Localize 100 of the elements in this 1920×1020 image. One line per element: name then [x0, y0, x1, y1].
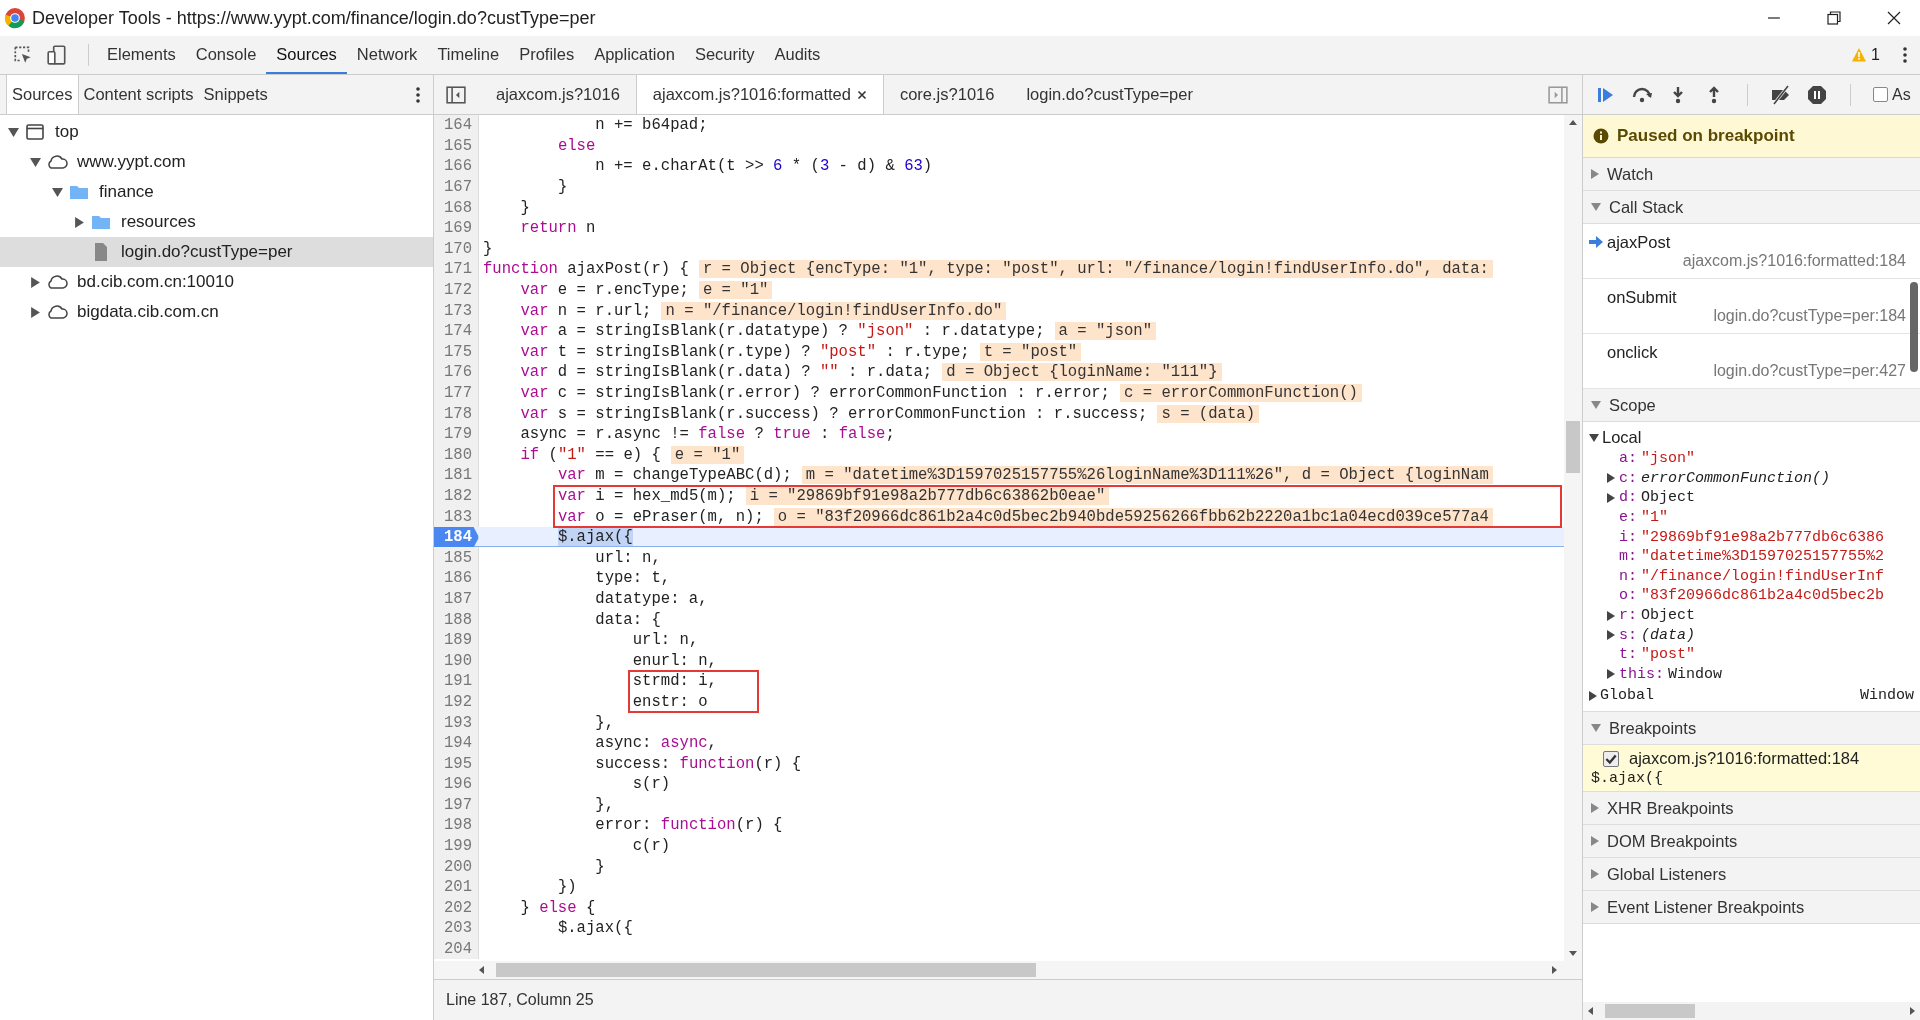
- line-number[interactable]: 182: [434, 485, 479, 507]
- panel-tab[interactable]: Console: [185, 36, 267, 74]
- scrollbar[interactable]: [434, 961, 1582, 979]
- deactivate-breakpoints-icon[interactable]: [1770, 84, 1792, 105]
- line-number[interactable]: 192: [434, 691, 479, 713]
- panel-tab[interactable]: Security: [684, 36, 765, 74]
- variable-name[interactable]: this:: [1619, 665, 1664, 683]
- panel-tab[interactable]: Profiles: [509, 36, 585, 74]
- checkbox-label[interactable]: As: [1892, 85, 1911, 104]
- file-tree-item[interactable]: login.do?custType=per: [0, 237, 433, 267]
- debugger-toggle-icon[interactable]: [1548, 85, 1568, 104]
- section-header[interactable]: XHR Breakpoints: [1583, 792, 1920, 826]
- close-icon[interactable]: [1886, 10, 1902, 26]
- line-number[interactable]: 179: [434, 423, 479, 445]
- line-number[interactable]: 169: [434, 217, 479, 239]
- file-tree-item[interactable]: top: [0, 117, 433, 147]
- line-number[interactable]: 197: [434, 794, 479, 816]
- disclosure-triangle-icon[interactable]: [30, 276, 41, 288]
- variable-name[interactable]: c:: [1619, 469, 1637, 487]
- panel-tab[interactable]: Application: [584, 36, 685, 74]
- line-number[interactable]: 172: [434, 279, 479, 301]
- section-header[interactable]: Call Stack: [1583, 191, 1920, 224]
- file-tree-item[interactable]: finance: [0, 177, 433, 207]
- checkbox[interactable]: [1873, 87, 1888, 102]
- frame-location[interactable]: login.do?custType=per:427: [1713, 361, 1920, 380]
- line-number[interactable]: 175: [434, 341, 479, 363]
- file-tab-label[interactable]: ajaxcom.js?1016:formatted: [652, 85, 851, 104]
- file-tree-item[interactable]: resources: [0, 207, 433, 237]
- scroll-right-arrow-icon[interactable]: [1907, 1006, 1917, 1016]
- tree-item-label[interactable]: www.yypt.com: [77, 152, 186, 172]
- disclosure-triangle-icon[interactable]: [1607, 610, 1615, 621]
- line-number[interactable]: 177: [434, 382, 479, 404]
- file-tab[interactable]: ajaxcom.js?1016: [480, 75, 636, 114]
- scroll-thumb[interactable]: [496, 963, 1036, 977]
- warning-counter[interactable]: 1: [1851, 46, 1880, 64]
- line-number[interactable]: 165: [434, 135, 479, 157]
- line-number[interactable]: 201: [434, 876, 479, 898]
- variable-name[interactable]: o:: [1619, 587, 1637, 605]
- section-header[interactable]: DOM Breakpoints: [1583, 825, 1920, 859]
- line-number[interactable]: 193: [434, 712, 479, 733]
- device-toolbar-icon[interactable]: [46, 44, 68, 66]
- scroll-thumb[interactable]: [1605, 1004, 1695, 1018]
- panel-tab[interactable]: Network: [346, 36, 428, 74]
- tree-item-label[interactable]: bigdata.cib.com.cn: [77, 302, 219, 322]
- scroll-right-arrow-icon[interactable]: [1549, 965, 1559, 975]
- line-number[interactable]: 176: [434, 362, 479, 383]
- file-tab-label[interactable]: core.js?1016: [899, 85, 995, 104]
- line-number[interactable]: 189: [434, 629, 479, 651]
- section-header[interactable]: Event Listener Breakpoints: [1583, 891, 1920, 925]
- line-number[interactable]: 180: [434, 444, 479, 466]
- file-tab[interactable]: ajaxcom.js?1016:formatted: [635, 75, 884, 114]
- file-tree-item[interactable]: www.yypt.com: [0, 147, 433, 177]
- tree-item-label[interactable]: login.do?custType=per: [121, 242, 293, 262]
- panel-tab[interactable]: Elements: [97, 36, 186, 74]
- disclosure-triangle-icon[interactable]: [1607, 630, 1615, 641]
- navigator-toggle-icon[interactable]: [446, 85, 466, 104]
- file-tab[interactable]: core.js?1016: [883, 75, 1011, 114]
- tree-item-label[interactable]: resources: [121, 212, 196, 232]
- file-tab[interactable]: login.do?custType=per: [1010, 75, 1209, 114]
- variable-name[interactable]: a:: [1619, 450, 1637, 468]
- variable-name[interactable]: n:: [1619, 567, 1637, 585]
- disclosure-triangle-icon[interactable]: [30, 306, 41, 318]
- line-number[interactable]: 174: [434, 320, 479, 342]
- line-number[interactable]: 166: [434, 156, 479, 177]
- line-number[interactable]: 187: [434, 588, 479, 610]
- variable-name[interactable]: e:: [1619, 509, 1637, 527]
- scroll-up-arrow-icon[interactable]: [1568, 118, 1578, 128]
- file-tab-label[interactable]: ajaxcom.js?1016: [496, 85, 620, 104]
- scroll-down-arrow-icon[interactable]: [1568, 948, 1578, 958]
- tree-item-label[interactable]: top: [55, 122, 79, 142]
- pause-on-exceptions-icon[interactable]: [1806, 84, 1828, 105]
- line-number[interactable]: 170: [434, 238, 479, 260]
- breakpoint-location[interactable]: ajaxcom.js?1016:formatted:184: [1629, 749, 1860, 769]
- line-number[interactable]: 188: [434, 609, 479, 630]
- scroll-left-arrow-icon[interactable]: [477, 965, 487, 975]
- disclosure-triangle-icon[interactable]: [1607, 473, 1615, 484]
- line-number[interactable]: 171: [434, 259, 479, 280]
- line-number[interactable]: 173: [434, 300, 479, 321]
- line-number[interactable]: 185: [434, 547, 479, 569]
- frame-location[interactable]: login.do?custType=per:184: [1713, 306, 1920, 325]
- navigator-tab[interactable]: Content scripts: [78, 75, 199, 114]
- line-number[interactable]: 190: [434, 650, 479, 672]
- variable-name[interactable]: i:: [1619, 528, 1637, 546]
- scroll-thumb[interactable]: [1566, 421, 1580, 473]
- disclosure-triangle-icon[interactable]: [30, 156, 41, 168]
- line-number[interactable]: 183: [434, 506, 479, 527]
- line-number[interactable]: 200: [434, 856, 479, 877]
- line-number[interactable]: 164: [434, 115, 479, 136]
- variable-name[interactable]: t:: [1619, 646, 1637, 664]
- line-number[interactable]: 196: [434, 774, 479, 795]
- disclosure-triangle-icon[interactable]: [1589, 690, 1597, 701]
- section-header[interactable]: Global Listeners: [1583, 858, 1920, 892]
- scrollbar[interactable]: [1564, 115, 1582, 961]
- navigator-tab[interactable]: Sources: [6, 75, 79, 114]
- line-number[interactable]: 191: [434, 671, 479, 692]
- scope-group[interactable]: Global: [1600, 687, 1654, 705]
- line-number[interactable]: 167: [434, 176, 479, 198]
- line-number[interactable]: 194: [434, 732, 479, 754]
- navigator-tab[interactable]: Snippets: [198, 75, 273, 114]
- more-menu-icon[interactable]: [415, 85, 421, 104]
